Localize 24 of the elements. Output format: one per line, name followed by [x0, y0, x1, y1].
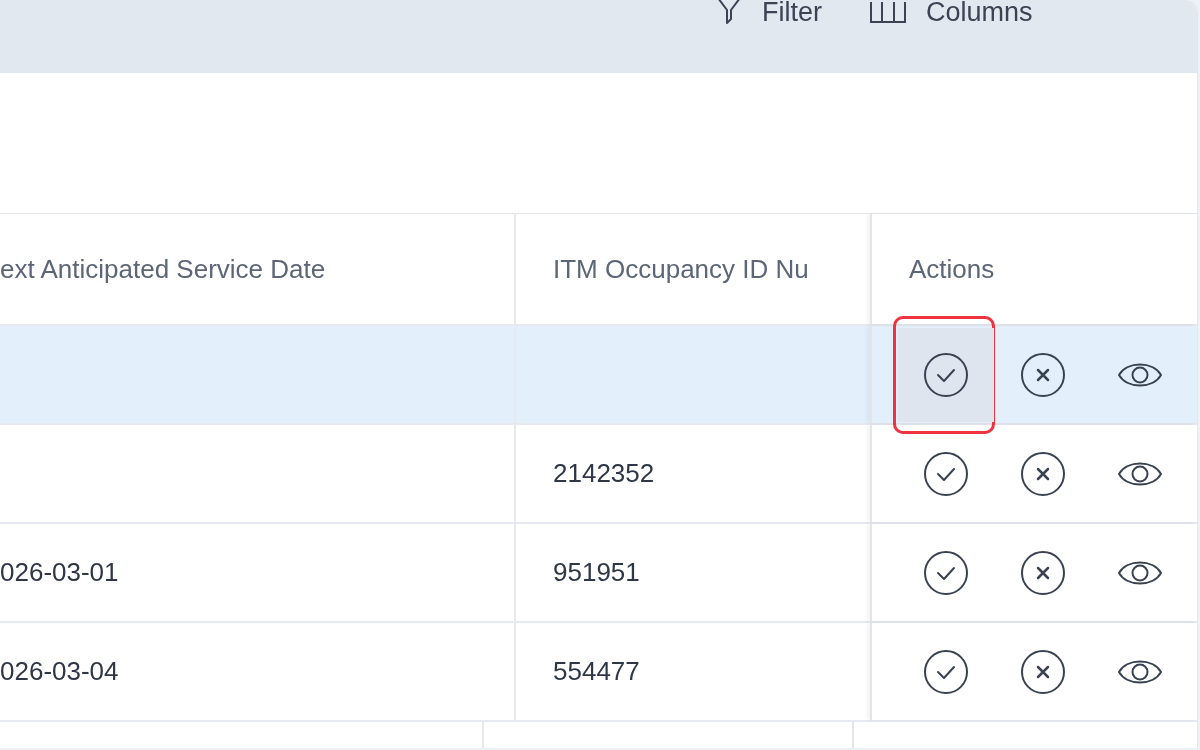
- approve-button[interactable]: [898, 327, 994, 422]
- table-row[interactable]: 2142352: [0, 425, 1197, 524]
- table-cell: 951951: [553, 557, 640, 588]
- check-circle-icon: [923, 549, 969, 596]
- x-circle-icon: [1020, 450, 1066, 497]
- x-circle-icon: [1020, 648, 1066, 695]
- column-header[interactable]: ext Anticipated Service Date: [0, 253, 326, 285]
- check-circle-icon: [923, 648, 969, 695]
- table-row[interactable]: 026-03-01 951951: [0, 524, 1197, 623]
- table-cell: 026-03-04: [0, 656, 119, 687]
- x-circle-icon: [1020, 549, 1066, 596]
- check-circle-icon: [923, 351, 969, 398]
- table-cell: 026-03-01: [0, 557, 119, 588]
- column-header[interactable]: ITM Occupancy ID Nu: [553, 253, 809, 285]
- x-circle-icon: [1020, 351, 1066, 398]
- filter-icon: [716, 0, 742, 27]
- columns-button[interactable]: Columns: [870, 0, 1033, 32]
- check-circle-icon: [923, 450, 969, 497]
- filter-button[interactable]: Filter: [716, 0, 822, 32]
- table-cell: 554477: [553, 656, 640, 687]
- columns-icon: [870, 1, 906, 23]
- table-row[interactable]: 026-03-04 554477: [0, 623, 1197, 722]
- column-header[interactable]: Actions: [909, 253, 995, 285]
- table-cell: 2142352: [553, 458, 655, 489]
